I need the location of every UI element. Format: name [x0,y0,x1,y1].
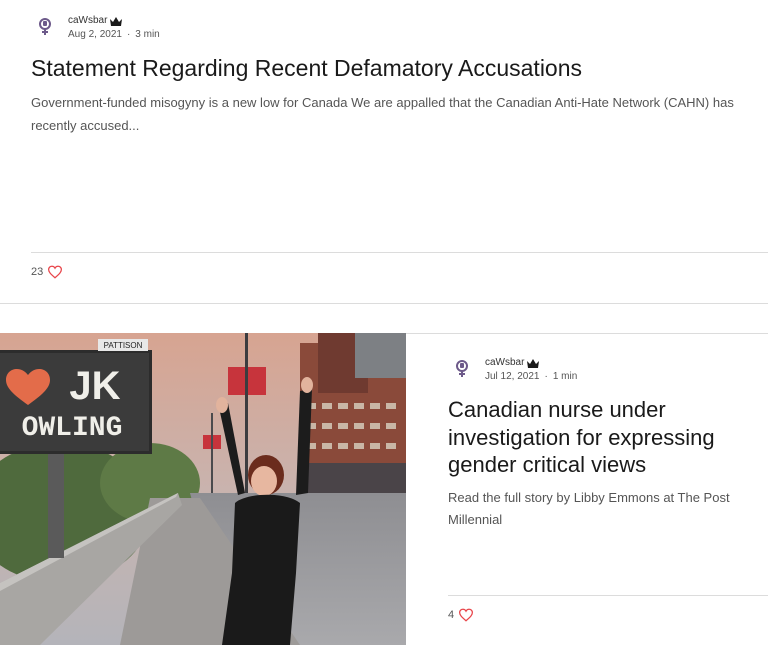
post-separator [0,303,768,304]
post-title[interactable]: Statement Regarding Recent Defamatory Ac… [31,53,751,83]
billboard-brand: PATTISON [104,341,143,350]
author-avatar-icon[interactable] [452,358,472,378]
likes-row: 4 [448,608,474,622]
billboard-line-1: JK [69,364,120,408]
cover-photo: PATTISON JK OWLING [0,333,406,645]
crown-icon [527,358,540,368]
heart-icon[interactable] [47,265,63,279]
heart-icon[interactable] [458,608,474,622]
post-meta: caWsbar Jul 12, 2021 · 1 min [485,356,578,382]
like-count: 4 [448,609,455,621]
post-date: Jul 12, 2021 [485,371,540,382]
author-name[interactable]: caWsbar [68,14,107,28]
billboard-line-2: OWLING [22,413,123,444]
likes-row: 23 [31,265,63,279]
like-count: 23 [31,266,44,278]
divider [31,252,768,253]
post-excerpt: Government-funded misogyny is a new low … [31,95,734,133]
author-avatar-icon[interactable] [35,16,55,36]
read-time: 3 min [135,29,160,40]
post-title[interactable]: Canadian nurse under investigation for e… [448,396,758,479]
read-time: 1 min [552,371,578,382]
post-cover-image[interactable]: PATTISON JK OWLING [0,333,406,645]
post-date: Aug 2, 2021 [68,29,122,40]
author-name[interactable]: caWsbar [485,356,524,370]
post-card-1[interactable]: caWsbar Aug 2, 2021 · 3 min Statement Rega… [0,0,768,303]
divider [448,595,768,596]
post-excerpt: Read the full story by Libby Emmons at T… [448,490,730,527]
post-meta: caWsbar Aug 2, 2021 · 3 min [68,14,160,40]
crown-icon [110,16,123,26]
